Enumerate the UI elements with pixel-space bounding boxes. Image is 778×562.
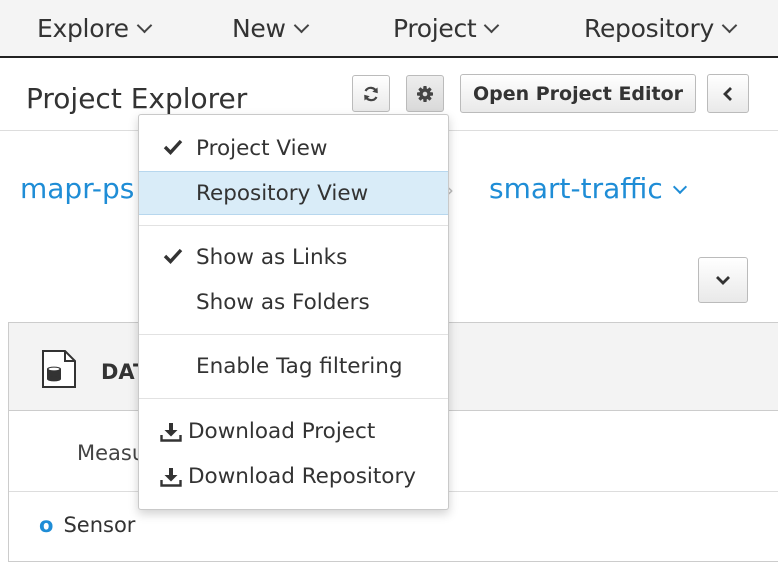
nav-explore-label: Explore [37, 13, 129, 43]
measurement-label: Measu [77, 441, 146, 465]
menu-item-label: Download Repository [188, 463, 417, 489]
refresh-button[interactable] [352, 75, 390, 112]
settings-button[interactable] [406, 75, 444, 112]
menu-item-download-repository[interactable]: Download Repository [139, 454, 448, 498]
menu-item-show-as-links[interactable]: Show as Links [139, 235, 448, 279]
menu-item-label: Download Project [188, 418, 376, 444]
chevron-down-icon [293, 17, 309, 33]
menu-divider [139, 225, 448, 226]
sensor-item[interactable]: o Sensor [39, 513, 135, 537]
menu-divider [139, 398, 448, 399]
breadcrumb-repo-link[interactable]: smart-traffic [489, 172, 687, 205]
chevron-down-icon [721, 17, 738, 33]
menu-item-label: Project View [196, 135, 328, 161]
nav-project[interactable]: Project [393, 10, 500, 46]
settings-dropdown-menu: Project View Repository View Show as Lin… [138, 114, 449, 510]
expand-button[interactable] [698, 257, 748, 303]
menu-item-label: Show as Folders [196, 289, 370, 315]
checkmark-icon [163, 248, 183, 264]
chevron-left-icon [723, 86, 732, 101]
nav-explore[interactable]: Explore [37, 10, 152, 46]
menu-item-label: Show as Links [196, 244, 348, 270]
chevron-down-icon [672, 179, 687, 194]
top-nav: Explore New Project Repository [0, 0, 778, 58]
download-icon [160, 468, 182, 487]
menu-item-project-view[interactable]: Project View [139, 126, 448, 170]
nav-new-label: New [232, 13, 286, 43]
chevron-down-icon [716, 276, 730, 285]
breadcrumb-owner-link[interactable]: mapr-ps [20, 172, 134, 205]
nav-repository-label: Repository [584, 13, 714, 43]
datastore-icon [42, 350, 76, 388]
open-project-editor-button[interactable]: Open Project Editor [460, 74, 696, 113]
checkmark-icon [163, 139, 183, 155]
sensor-item-label: Sensor [63, 513, 136, 537]
sensor-pin-icon: o [39, 513, 54, 537]
nav-repository[interactable]: Repository [584, 10, 738, 46]
menu-item-repository-view[interactable]: Repository View [139, 171, 448, 215]
menu-item-label: Repository View [196, 180, 369, 206]
nav-new[interactable]: New [232, 10, 309, 46]
menu-item-enable-tag-filtering[interactable]: Enable Tag filtering [139, 344, 448, 388]
chevron-down-icon [484, 17, 500, 33]
menu-item-show-as-folders[interactable]: Show as Folders [139, 280, 448, 324]
menu-divider [139, 334, 448, 335]
chevron-down-icon [136, 17, 152, 33]
gear-icon [417, 85, 433, 102]
collapse-panel-button[interactable] [707, 74, 749, 113]
breadcrumb-repo-label: smart-traffic [489, 172, 663, 205]
page-title: Project Explorer [26, 82, 248, 115]
download-icon [160, 423, 182, 442]
nav-project-label: Project [393, 13, 477, 43]
menu-item-label: Enable Tag filtering [196, 353, 403, 379]
refresh-icon [364, 86, 378, 101]
menu-item-download-project[interactable]: Download Project [139, 409, 448, 453]
